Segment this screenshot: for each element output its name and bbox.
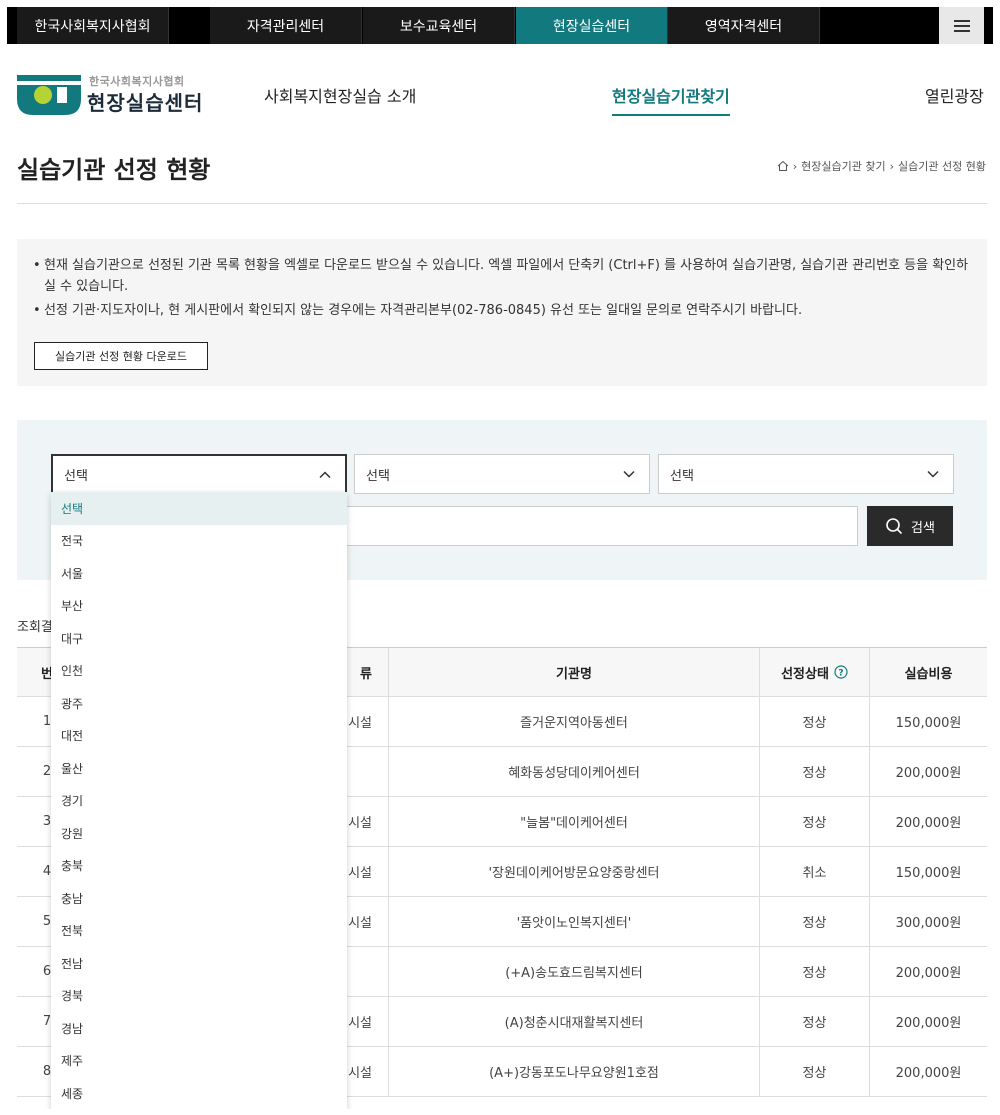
region-option[interactable]: 광주 [51,687,347,720]
region-option[interactable]: 세종 [51,1077,347,1109]
cell-status: 취소 [759,847,869,896]
divider [17,203,987,204]
cell-status: 정상 [759,947,869,996]
nav-find-institution[interactable]: 현장실습기관찾기 [612,83,730,116]
region-select-value: 선택 [64,468,88,484]
top-site-bar: 한국사회복지사협회 자격관리센터 보수교육센터 현장실습센터 영역자격센터 [7,7,993,44]
cell-cost: 200,000원 [869,747,987,796]
tab-practicum-center[interactable]: 현장실습센터 [516,7,668,44]
region-option[interactable]: 서울 [51,557,347,590]
cell-name[interactable]: '품앗이노인복지센터' [388,897,759,946]
download-button[interactable]: 실습기관 선정 현황 다운로드 [34,342,208,370]
cell-cost: 150,000원 [869,697,987,746]
cell-status: 정상 [759,897,869,946]
site-logo[interactable]: 한국사회복지사협회 현장실습센터 [17,73,227,119]
cell-name[interactable]: 즐거운지역아동센터 [388,697,759,746]
nav-practicum-intro[interactable]: 사회복지현장실습 소개 [264,83,416,107]
region-option[interactable]: 울산 [51,752,347,785]
menu-button[interactable] [939,7,984,44]
cell-cost: 300,000원 [869,897,987,946]
region-option[interactable]: 대전 [51,720,347,753]
region-option[interactable]: 인천 [51,655,347,688]
cell-name[interactable]: (A+)강동포도나무요양원1호점 [388,1047,759,1096]
cell-status: 정상 [759,697,869,746]
page-title: 실습기관 선정 현황 [17,156,211,184]
tab-qualification-center[interactable]: 자격관리센터 [210,7,362,44]
result-count: 조회결 [17,620,53,635]
header-cost: 실습비용 [869,648,987,696]
chevron-right-icon: › [889,159,895,173]
info-box: 현재 실습기관으로 선정된 기관 목록 현황을 엑셀로 다운로드 받으실 수 있… [17,239,987,386]
region-option[interactable]: 제주 [51,1045,347,1078]
info-text: 현재 실습기관으로 선정된 기관 목록 현황을 엑셀로 다운로드 받으실 수 있… [33,255,973,297]
logo-title: 현장실습센터 [87,91,204,115]
cell-cost: 150,000원 [869,847,987,896]
tab-kasw[interactable]: 한국사회복지사협회 [17,7,169,44]
home-icon[interactable] [777,160,789,172]
cell-name[interactable]: '장원데이케어방문요양중랑센터 [388,847,759,896]
search-input[interactable] [346,506,858,546]
breadcrumb-item[interactable]: 현장실습기관 찾기 [801,158,885,174]
region-option[interactable]: 전남 [51,947,347,980]
tab-field-qualification-center[interactable]: 영역자격센터 [668,7,820,44]
help-icon[interactable]: ? [834,665,848,679]
status-select-value: 선택 [670,468,694,484]
chevron-down-icon [623,470,635,478]
cell-name[interactable]: (A)청춘시대재활복지센터 [388,997,759,1046]
hamburger-icon [953,19,970,32]
cell-name[interactable]: "늘봄"데이케어센터 [388,797,759,846]
logo-mark-icon [17,75,81,115]
search-button-label: 검색 [911,520,935,536]
header-name: 기관명 [388,648,759,696]
cell-status: 정상 [759,797,869,846]
breadcrumb-current: 실습기관 선정 현황 [898,160,986,173]
info-text: 선정 기관·지도자이나, 현 게시판에서 확인되지 않는 경우에는 자격관리본부… [33,300,973,321]
cell-status: 정상 [759,997,869,1046]
cell-name[interactable]: (+A)송도효드림복지센터 [388,947,759,996]
cell-cost: 200,000원 [869,947,987,996]
cell-cost: 200,000원 [869,1047,987,1096]
chevron-right-icon: › [792,159,798,173]
region-option[interactable]: 경북 [51,980,347,1013]
region-option[interactable]: 대구 [51,622,347,655]
header-status-label: 선정상태 [781,666,829,682]
info-list: 현재 실습기관으로 선정된 기관 목록 현황을 엑셀로 다운로드 받으실 수 있… [33,255,973,324]
tab-education-center[interactable]: 보수교육센터 [363,7,515,44]
region-option[interactable]: 선택 [51,492,347,525]
region-option[interactable]: 경기 [51,785,347,818]
region-select[interactable]: 선택 [51,454,347,494]
page-frame: 한국사회복지사협회 자격관리센터 보수교육센터 현장실습센터 영역자격센터 한국… [7,7,993,1109]
region-option[interactable]: 전북 [51,915,347,948]
cell-status: 정상 [759,747,869,796]
region-option[interactable]: 전국 [51,525,347,558]
region-option[interactable]: 충북 [51,850,347,883]
search-icon [886,518,903,535]
chevron-up-icon [319,471,331,479]
status-select[interactable]: 선택 [658,454,954,494]
region-dropdown-list: 선택 전국 서울 부산 대구 인천 광주 대전 울산 경기 강원 충북 충남 전북 전남 경북 경남 제주 세종 [51,492,347,1109]
region-option[interactable]: 경남 [51,1012,347,1045]
header-status: 선정상태 ? [759,648,869,696]
search-button[interactable]: 검색 [867,506,953,546]
svg-text:?: ? [838,669,843,679]
cell-status: 정상 [759,1047,869,1096]
category-select-value: 선택 [366,468,390,484]
nav-open-forum[interactable]: 열린광장 [925,83,984,107]
category-select[interactable]: 선택 [354,454,650,494]
region-option[interactable]: 강원 [51,817,347,850]
chevron-down-icon [927,470,939,478]
region-option[interactable]: 부산 [51,590,347,623]
cell-name[interactable]: 혜화동성당데이케어센터 [388,747,759,796]
cell-cost: 200,000원 [869,997,987,1046]
cell-cost: 200,000원 [869,797,987,846]
breadcrumb: › 현장실습기관 찾기 › 실습기관 선정 현황 [777,158,986,174]
region-option[interactable]: 충남 [51,882,347,915]
